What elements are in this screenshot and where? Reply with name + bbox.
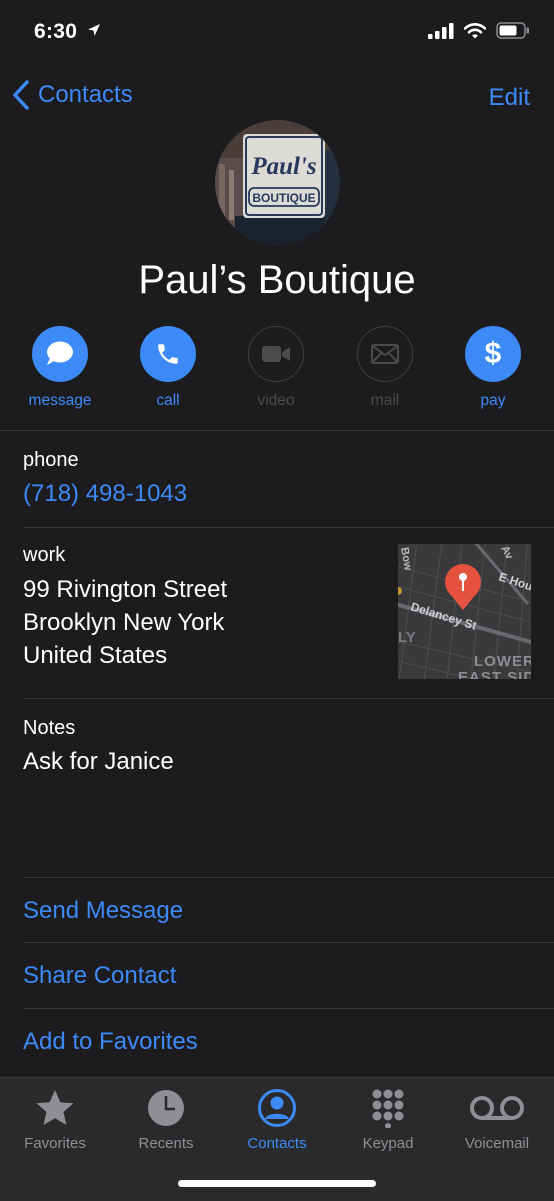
battery-icon [496, 22, 529, 39]
location-arrow-icon [88, 24, 101, 36]
call-circle [140, 326, 196, 382]
notes-text[interactable]: Ask for Janice [23, 748, 174, 776]
map-image: Bow Av E Hou Delancey St LY LOWER EAST S… [398, 544, 531, 679]
phone-number-link[interactable]: (718) 498-1043 [23, 480, 187, 508]
phone-icon [158, 344, 178, 364]
dollar-icon: $ [484, 337, 502, 370]
message-bubble-icon [47, 341, 73, 365]
tab-favorites[interactable]: Favorites [0, 1088, 110, 1152]
cellular-signal-icon [428, 22, 454, 39]
divider [23, 1008, 554, 1009]
notes-label: Notes [23, 717, 76, 739]
send-message-link[interactable]: Send Message [23, 897, 183, 925]
keypad-icon [372, 1089, 404, 1129]
address-line: 99 Rivington Street [23, 576, 228, 603]
address-map-thumbnail[interactable]: Bow Av E Hou Delancey St LY LOWER EAST S… [398, 544, 531, 679]
divider [23, 527, 554, 528]
video-circle [248, 326, 304, 382]
tab-keypad[interactable]: Keypad [333, 1088, 443, 1152]
person-circle-icon [258, 1089, 296, 1127]
video-camera-icon [262, 346, 290, 362]
pay-circle: $ [465, 326, 521, 382]
divider [23, 698, 554, 699]
back-button-label: Contacts [38, 81, 133, 108]
pay-action-label: pay [480, 392, 506, 409]
phone-label: phone [23, 449, 79, 471]
add-to-favorites-link[interactable]: Add to Favorites [23, 1028, 198, 1056]
message-circle [32, 326, 88, 382]
video-action-label: video [257, 392, 295, 409]
avatar-image: Paul's BOUTIQUE [215, 120, 340, 245]
share-contact-link[interactable]: Share Contact [23, 962, 176, 990]
divider [23, 877, 554, 878]
address-line: Brooklyn New York [23, 609, 225, 636]
message-action-button[interactable]: message [15, 326, 105, 410]
status-bar-time: 6:30 [34, 20, 101, 44]
divider [0, 430, 554, 431]
tab-voicemail[interactable]: Voicemail [442, 1088, 552, 1152]
star-icon [36, 1090, 74, 1125]
back-button[interactable]: Contacts [12, 80, 133, 110]
edit-button[interactable]: Edit [489, 84, 530, 112]
tab-recents-label: Recents [138, 1135, 194, 1152]
address-text[interactable]: 99 Rivington Street Brooklyn New York Un… [23, 573, 227, 672]
message-action-label: message [28, 392, 92, 409]
envelope-icon [371, 344, 399, 364]
svg-text:LY: LY [398, 629, 416, 646]
contact-name: Paul’s Boutique [138, 258, 416, 302]
status-bar-indicators [428, 22, 530, 39]
map-area-label: LOWER [474, 653, 531, 670]
tab-favorites-label: Favorites [24, 1135, 86, 1152]
divider [23, 942, 554, 943]
tab-contacts[interactable]: Contacts [222, 1088, 332, 1152]
mail-circle [357, 326, 413, 382]
pay-action-button[interactable]: $ pay [448, 326, 538, 410]
address-line: United States [23, 642, 168, 669]
home-indicator[interactable] [178, 1180, 376, 1187]
tab-recents[interactable]: Recents [111, 1088, 221, 1152]
mail-action-label: mail [370, 392, 400, 409]
contact-avatar: Paul's BOUTIQUE [215, 120, 340, 245]
call-action-button[interactable]: call [123, 326, 213, 410]
clock-icon [148, 1090, 184, 1126]
avatar-sign-line1: Paul's [250, 153, 316, 180]
video-action-button[interactable]: video [231, 326, 321, 410]
wifi-icon [464, 22, 486, 38]
time-text: 6:30 [34, 20, 78, 43]
avatar-sign-line2: BOUTIQUE [252, 191, 315, 205]
tab-keypad-label: Keypad [362, 1135, 414, 1152]
voicemail-icon [470, 1096, 524, 1120]
tab-contacts-label: Contacts [247, 1135, 307, 1152]
chevron-left-icon [13, 80, 29, 110]
tab-voicemail-label: Voicemail [464, 1135, 530, 1152]
address-label: work [23, 544, 66, 566]
map-area-label: EAST SID [458, 669, 531, 679]
mail-action-button[interactable]: mail [340, 326, 430, 410]
call-action-label: call [156, 392, 180, 409]
